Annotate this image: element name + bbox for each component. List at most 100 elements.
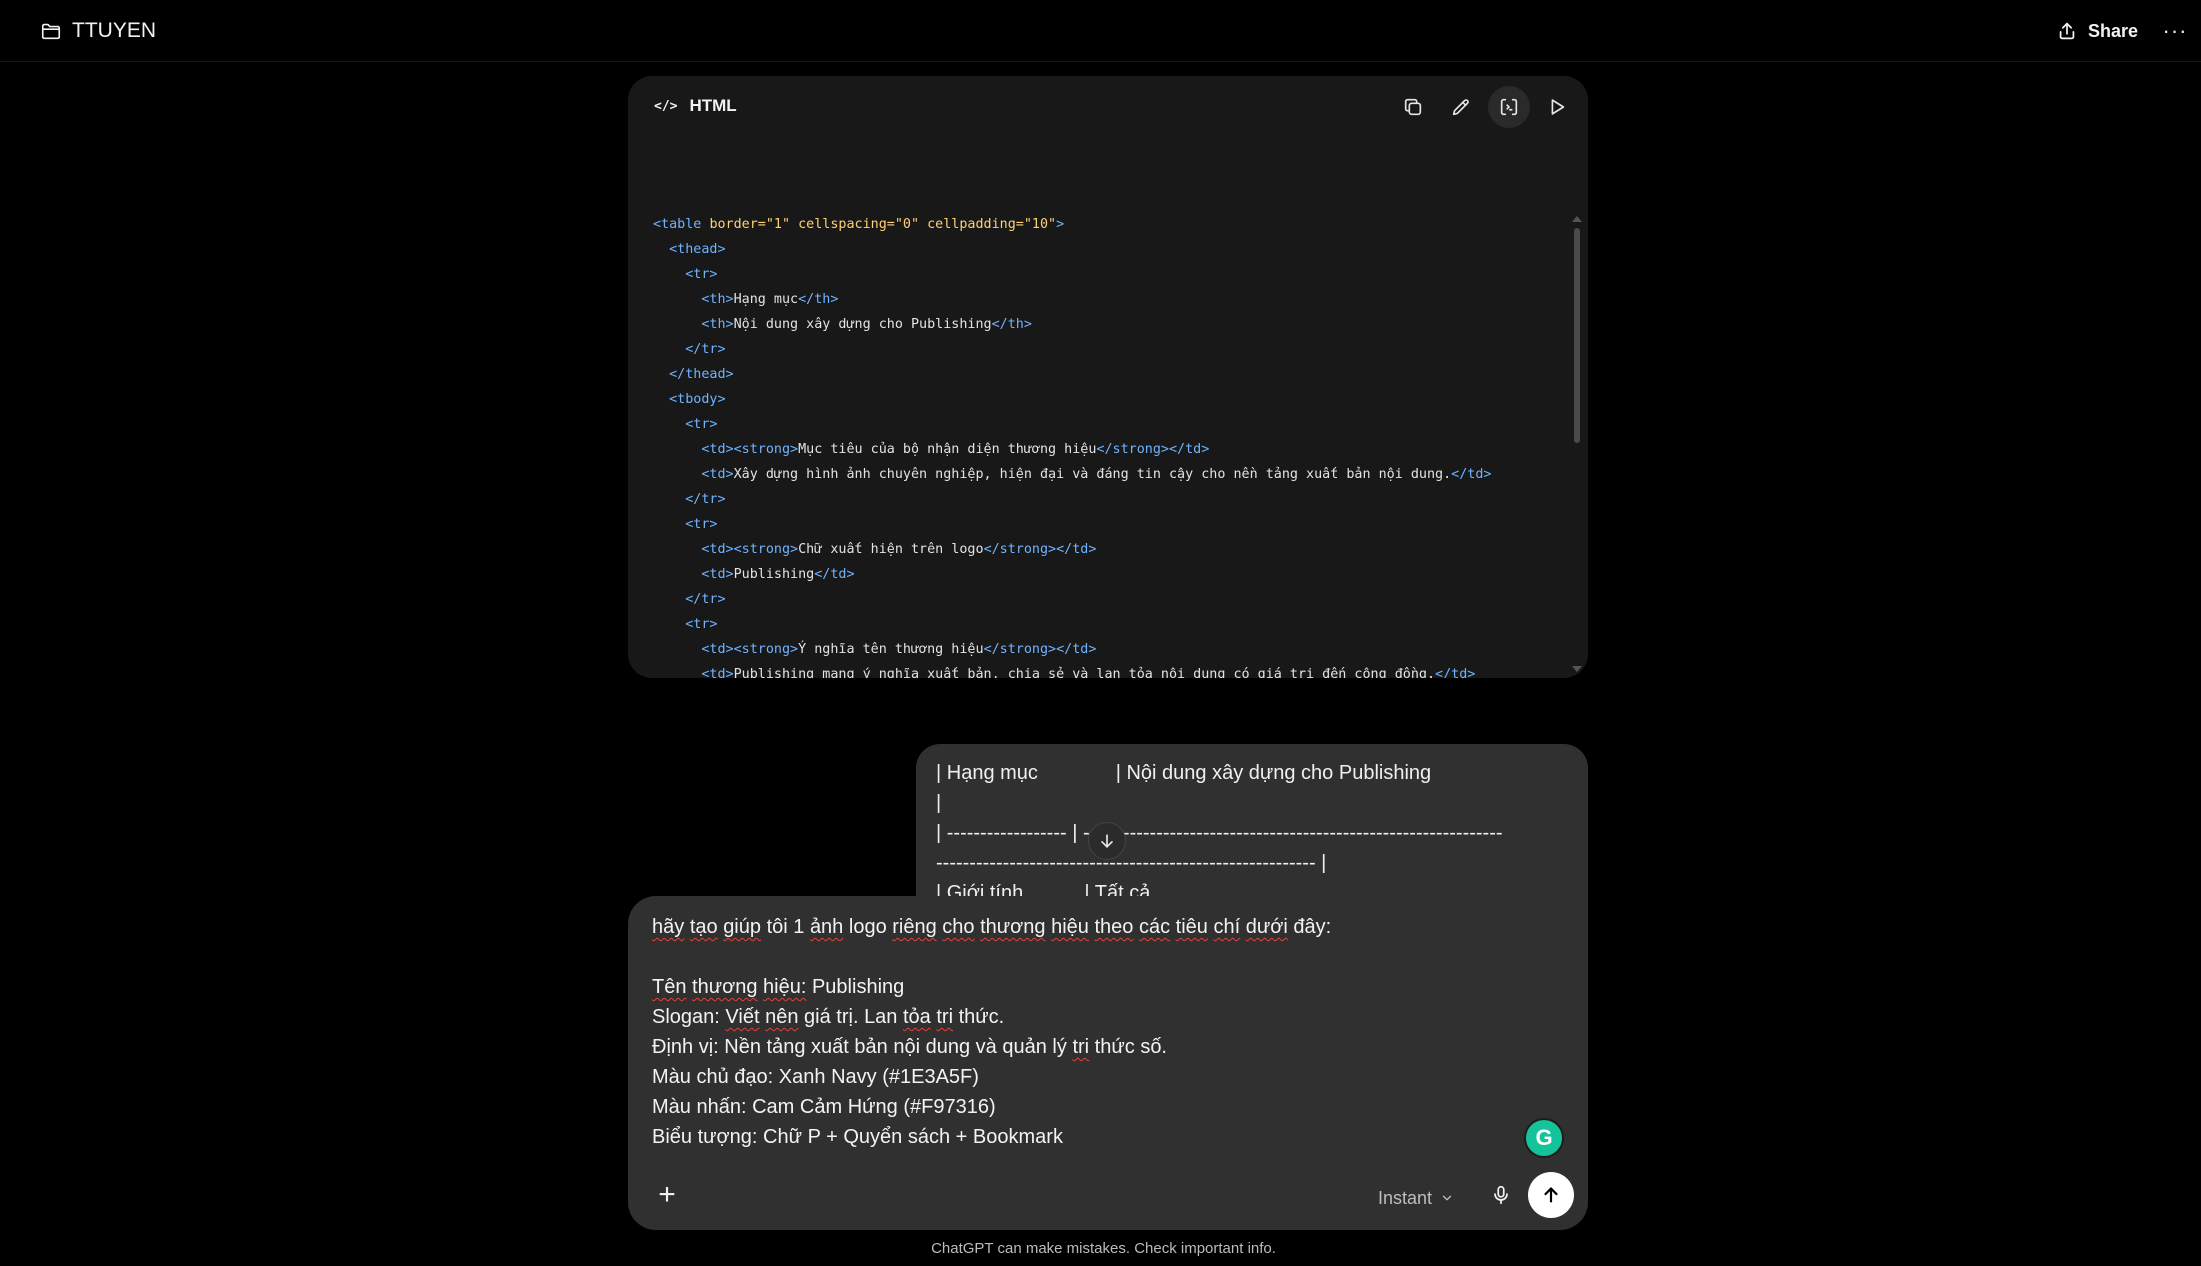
- code-token: </th>: [798, 292, 839, 307]
- prompt-word: 1: [793, 916, 805, 938]
- code-toolbar: [1392, 86, 1578, 128]
- user-message-line: | ------------------ | -----------------…: [936, 822, 1503, 844]
- code-block: </> HTML <table border="1" cellspacing="…: [628, 76, 1588, 678]
- share-icon: [2059, 22, 2075, 40]
- code-token: <td>: [701, 467, 734, 482]
- code-token: <th>: [701, 317, 734, 332]
- code-line: <tr>: [653, 512, 1553, 537]
- prompt-word: Cam: [752, 1096, 795, 1118]
- code-language-label: HTML: [689, 96, 737, 115]
- code-token: border=: [709, 217, 766, 232]
- share-button[interactable]: Share: [2056, 16, 2138, 46]
- code-token: Chữ xuất hiện trên logo: [798, 542, 984, 557]
- prompt-word: Tên: [652, 976, 687, 998]
- prompt-word: trị.: [836, 1006, 859, 1028]
- more-options-button[interactable]: ···: [2160, 16, 2190, 46]
- code-line: <tr>: [653, 612, 1553, 637]
- prompt-word: (#F97316): [903, 1096, 996, 1118]
- copy-code-button[interactable]: [1392, 86, 1434, 128]
- code-token: </strong></td>: [1096, 442, 1210, 457]
- prompt-text: Định vị: Nền tảng xuất bản nội dung và q…: [652, 1036, 1167, 1058]
- prompt-word: theo: [1094, 916, 1134, 938]
- prompt-word: thức: [1094, 1036, 1135, 1058]
- prompt-word: và: [975, 1036, 997, 1058]
- code-line: <td>Publishing mang ý nghĩa xuất bản, ch…: [653, 662, 1553, 678]
- model-selector[interactable]: Instant: [1378, 1186, 1454, 1210]
- prompt-word: hãy: [652, 916, 685, 938]
- more-icon: ···: [2162, 18, 2188, 43]
- prompt-word: vị:: [698, 1036, 719, 1058]
- scroll-up-arrow-icon[interactable]: [1572, 216, 1582, 222]
- project-title[interactable]: TTUYEN: [40, 17, 156, 45]
- prompt-text: Màu chủ đạo: Xanh Navy (#1E3A5F): [652, 1066, 979, 1088]
- prompt-word: nhấn:: [696, 1096, 747, 1118]
- code-token: <table: [653, 217, 710, 232]
- code-token: <thead>: [669, 242, 726, 257]
- code-line: <td>Publishing</td>: [653, 562, 1553, 587]
- disclaimer-text: ChatGPT can make mistakes. Check importa…: [931, 1240, 1276, 1257]
- microphone-icon: [1494, 1185, 1508, 1205]
- grammarly-icon[interactable]: G: [1524, 1118, 1564, 1158]
- prompt-word: Lan: [864, 1006, 898, 1028]
- prompt-word: dưới: [1245, 916, 1288, 938]
- code-token: Xây dựng hình ảnh chuyên nghiệp, hiện đạ…: [733, 467, 1452, 482]
- send-button[interactable]: [1528, 1172, 1574, 1218]
- prompt-word: chủ: [696, 1066, 729, 1088]
- run-code-button[interactable]: [1536, 86, 1578, 128]
- prompt-line-0: hãy tạo giúp tôi 1 ảnh logo riêng cho th…: [652, 912, 1532, 942]
- message-composer[interactable]: hãy tạo giúp tôi 1 ảnh logo riêng cho th…: [628, 896, 1588, 1230]
- code-token: >: [1056, 217, 1065, 232]
- user-message-line: ----------------------------------------…: [936, 852, 1327, 874]
- code-token: Mục tiêu của bộ nhận diện thương hiệu: [798, 442, 1097, 457]
- code-token: "1": [765, 217, 791, 232]
- code-token: </td>: [1451, 467, 1492, 482]
- code-token: </thead>: [669, 367, 734, 382]
- code-block-header: </> HTML: [628, 76, 1588, 134]
- prompt-word: tượng:: [697, 1126, 758, 1148]
- prompt-word: thức.: [958, 1006, 1005, 1028]
- prompt-word: tiêu: [1175, 916, 1208, 938]
- scroll-to-bottom-button[interactable]: [1088, 822, 1126, 860]
- prompt-word: Slogan:: [652, 1006, 720, 1028]
- edit-code-button[interactable]: [1440, 86, 1482, 128]
- code-token: <tr>: [685, 417, 718, 432]
- code-token: Publishing mang ý nghĩa xuất bản, chia s…: [733, 667, 1436, 678]
- prompt-word: hiệu:: [763, 976, 807, 998]
- prompt-word: Cảm: [799, 1096, 843, 1118]
- toggle-code-view-button[interactable]: [1488, 86, 1530, 128]
- prompt-word: ảnh: [809, 916, 844, 938]
- prompt-word: tỏa: [903, 1006, 931, 1028]
- code-token: Publishing: [733, 567, 815, 582]
- code-token: </tr>: [685, 592, 726, 607]
- code-line: </thead>: [653, 362, 1553, 387]
- prompt-word: lý: [1052, 1036, 1067, 1058]
- attach-button[interactable]: +: [650, 1178, 684, 1212]
- code-token: </th>: [991, 317, 1032, 332]
- prompt-word: riêng: [892, 916, 937, 938]
- prompt-word: tảng: [766, 1036, 806, 1058]
- prompt-word: hiệu: [1051, 916, 1089, 938]
- project-name: TTUYEN: [72, 19, 156, 42]
- user-message-line: |: [936, 792, 942, 814]
- code-token: "0": [894, 217, 920, 232]
- code-token: <td><strong>: [701, 642, 799, 657]
- prompt-textarea[interactable]: hãy tạo giúp tôi 1 ảnh logo riêng cho th…: [652, 912, 1532, 1152]
- code-scrollbar-thumb[interactable]: [1574, 228, 1580, 443]
- arrow-up-icon: [1544, 1187, 1558, 1203]
- voice-input-button[interactable]: [1486, 1180, 1516, 1210]
- code-token: </td>: [814, 567, 855, 582]
- code-line: </tr>: [653, 337, 1553, 362]
- scroll-down-arrow-icon[interactable]: [1572, 666, 1582, 672]
- code-language: </> HTML: [654, 94, 737, 118]
- play-icon: [1551, 99, 1565, 115]
- code-icon: </>: [654, 98, 678, 114]
- prompt-line-5: Màu chủ đạo: Xanh Navy (#1E3A5F): [652, 1062, 1532, 1092]
